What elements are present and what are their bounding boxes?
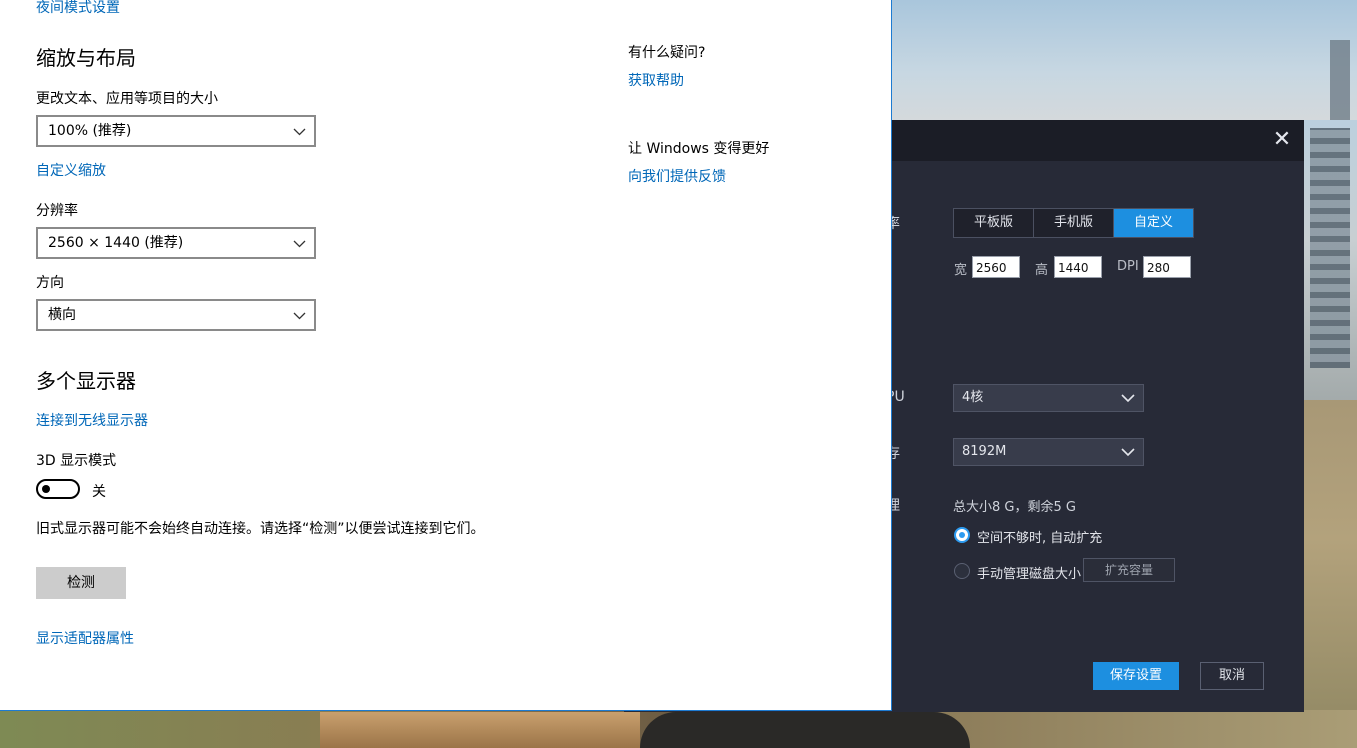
dpi-input[interactable]: 280 <box>1143 256 1191 278</box>
text-size-value: 100% (推荐) <box>48 123 132 139</box>
custom-scaling-link[interactable]: 自定义缩放 <box>36 160 106 180</box>
chevron-down-icon <box>1121 448 1135 457</box>
3d-mode-state: 关 <box>92 484 106 500</box>
resolution-preset-group: 平板版 手机版 自定义 <box>953 208 1194 238</box>
resolution-value: 2560 × 1440 (推荐) <box>48 235 184 251</box>
height-label: 高 <box>1035 263 1049 278</box>
windows-display-settings: 夜间模式设置 缩放与布局 更改文本、应用等项目的大小 100% (推荐) 自定义… <box>0 0 892 711</box>
orientation-label: 方向 <box>36 275 64 291</box>
preset-phone[interactable]: 手机版 <box>1034 209 1114 237</box>
give-feedback-link[interactable]: 向我们提供反馈 <box>628 166 726 186</box>
cpu-dropdown[interactable]: 4核 <box>953 384 1144 412</box>
scale-layout-heading: 缩放与布局 <box>36 46 136 70</box>
resolution-select[interactable]: 2560 × 1440 (推荐) <box>36 227 316 259</box>
chevron-down-icon <box>293 240 306 248</box>
improve-windows-label: 让 Windows 变得更好 <box>628 141 770 157</box>
preset-custom[interactable]: 自定义 <box>1114 209 1193 237</box>
text-size-select[interactable]: 100% (推荐) <box>36 115 316 147</box>
orientation-value: 横向 <box>48 307 76 323</box>
legacy-display-note: 旧式显示器可能不会始终自动连接。请选择“检测”以便尝试连接到它们。 <box>36 521 485 537</box>
width-label: 宽 <box>954 263 968 278</box>
wooden-crate <box>320 712 640 748</box>
help-question: 有什么疑问? <box>628 45 706 61</box>
detect-button[interactable]: 检测 <box>36 567 126 599</box>
cpu-value: 4核 <box>962 390 984 405</box>
background-tower <box>1310 128 1350 368</box>
chevron-down-icon <box>293 312 306 320</box>
get-help-link[interactable]: 获取帮助 <box>628 70 684 90</box>
preset-tablet[interactable]: 平板版 <box>954 209 1034 237</box>
display-adapter-properties-link[interactable]: 显示适配器属性 <box>36 628 134 648</box>
orientation-select[interactable]: 横向 <box>36 299 316 331</box>
toggle-knob <box>42 485 50 493</box>
sky <box>892 0 1357 120</box>
auto-expand-label: 空间不够时, 自动扩充 <box>977 531 1103 546</box>
night-mode-settings-link[interactable]: 夜间模式设置 <box>36 0 120 17</box>
disk-info: 总大小8 G，剩余5 G <box>953 500 1076 515</box>
connect-wireless-display-link[interactable]: 连接到无线显示器 <box>36 410 148 430</box>
height-input[interactable]: 1440 <box>1054 256 1102 278</box>
memory-dropdown[interactable]: 8192M <box>953 438 1144 466</box>
multiple-displays-heading: 多个显示器 <box>36 369 136 393</box>
chevron-down-icon <box>293 128 306 136</box>
close-icon[interactable]: ✕ <box>1270 128 1294 152</box>
manual-disk-radio[interactable] <box>954 563 970 579</box>
auto-expand-radio[interactable] <box>954 527 970 543</box>
text-size-label: 更改文本、应用等项目的大小 <box>36 91 218 107</box>
3d-mode-toggle[interactable] <box>36 479 80 499</box>
width-input[interactable]: 2560 <box>972 256 1020 278</box>
memory-value: 8192M <box>962 444 1007 459</box>
dpi-label: DPI <box>1117 259 1139 274</box>
save-settings-button[interactable]: 保存设置 <box>1093 662 1179 690</box>
manual-disk-label: 手动管理磁盘大小 <box>977 567 1082 582</box>
3d-mode-label: 3D 显示模式 <box>36 453 117 469</box>
ground <box>1304 400 1357 748</box>
resolution-label: 分辨率 <box>36 203 78 219</box>
cancel-button[interactable]: 取消 <box>1200 662 1264 690</box>
chevron-down-icon <box>1121 394 1135 403</box>
tire <box>640 712 970 748</box>
expand-capacity-button[interactable]: 扩充容量 <box>1083 558 1175 582</box>
